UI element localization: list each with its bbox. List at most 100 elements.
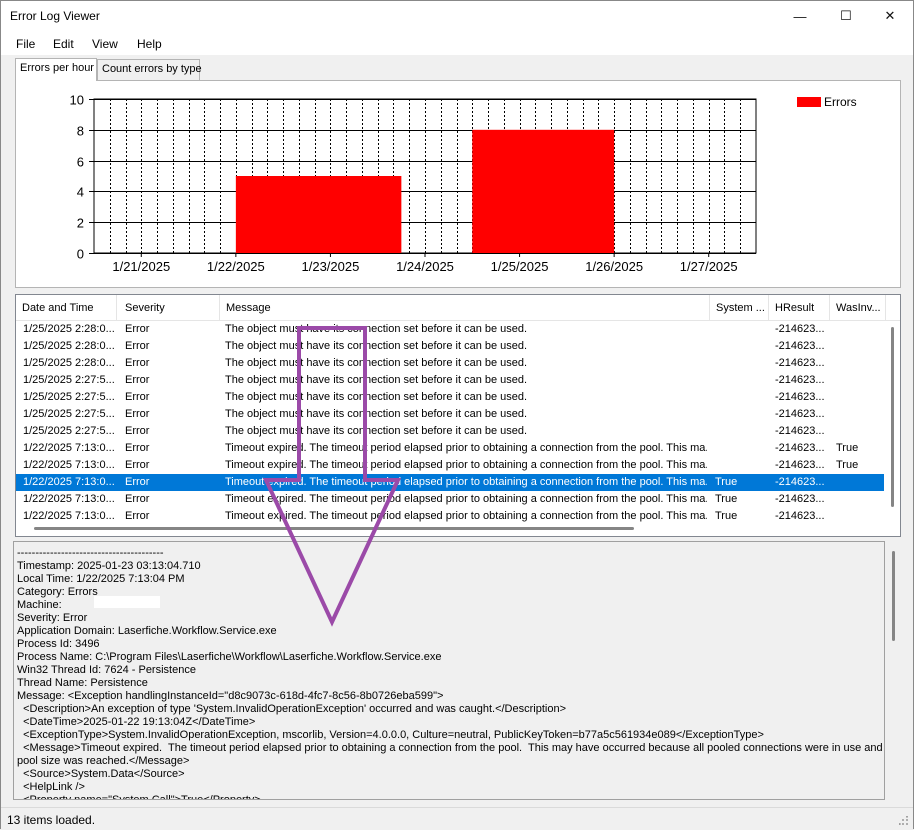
x-tick-label: 1/27/2025 bbox=[680, 259, 738, 274]
cell-message: The object must have its connection set … bbox=[225, 357, 528, 369]
y-tick-label: 8 bbox=[77, 124, 84, 139]
grid-vertical-scrollbar[interactable] bbox=[886, 321, 900, 521]
cell-hresult: -214623... bbox=[775, 493, 825, 505]
legend-swatch bbox=[797, 97, 821, 107]
cell-datetime: 1/22/2025 7:13:0... bbox=[23, 493, 115, 505]
menu-file[interactable]: File bbox=[16, 37, 35, 51]
table-row[interactable]: 1/25/2025 2:28:0... Error The object must … bbox=[16, 355, 884, 372]
detail-line: Process Name: C:\Program Files\Laserfich… bbox=[17, 651, 442, 663]
column-header-wasinv[interactable]: WasInv... bbox=[830, 295, 886, 321]
column-header-hresult[interactable]: HResult bbox=[769, 295, 830, 321]
close-icon[interactable]: ✕ bbox=[867, 1, 913, 31]
cell-severity: Error bbox=[125, 374, 150, 386]
grid-vertical-scroll-thumb[interactable] bbox=[891, 327, 894, 507]
cell-message: Timeout expired. The timeout period elap… bbox=[225, 476, 707, 488]
cell-severity: Error bbox=[125, 391, 150, 403]
x-tick-label: 1/25/2025 bbox=[491, 259, 549, 274]
cell-datetime: 1/25/2025 2:27:5... bbox=[23, 374, 115, 386]
table-row[interactable]: 1/25/2025 2:27:5... Error The object must … bbox=[16, 372, 884, 389]
table-row[interactable]: 1/25/2025 2:28:0... Error The object must … bbox=[16, 321, 884, 338]
cell-hresult: -214623... bbox=[775, 340, 825, 352]
cell-datetime: 1/25/2025 2:27:5... bbox=[23, 425, 115, 437]
table-row[interactable]: 1/22/2025 7:13:0... Error Timeout expired.… bbox=[16, 457, 884, 474]
table-row[interactable]: 1/22/2025 7:13:0... Error Timeout expired.… bbox=[16, 491, 884, 508]
detail-line: Machine: bbox=[17, 599, 62, 611]
detail-line: Win32 Thread Id: 7624 - Persistence bbox=[17, 664, 196, 676]
cell-severity: Error bbox=[125, 476, 150, 488]
detail-line: Message: <Exception handlingInstanceId="… bbox=[17, 690, 444, 702]
cell-message: Timeout expired. The timeout period elap… bbox=[225, 459, 707, 471]
window-title: Error Log Viewer bbox=[10, 9, 100, 23]
detail-line: pool size was reached.</Message> bbox=[17, 755, 190, 767]
detail-line: Thread Name: Persistence bbox=[17, 677, 148, 689]
menu-bar: File Edit View Help bbox=[1, 31, 913, 55]
table-row[interactable]: 1/25/2025 2:27:5... Error The object must … bbox=[16, 406, 884, 423]
minimize-icon[interactable]: — bbox=[777, 1, 823, 31]
cell-message: The object must have its connection set … bbox=[225, 340, 528, 352]
cell-severity: Error bbox=[125, 340, 150, 352]
cell-hresult: -214623... bbox=[775, 442, 825, 454]
legend-label: Errors bbox=[824, 95, 857, 109]
column-header-message[interactable]: Message bbox=[220, 295, 710, 321]
cell-datetime: 1/25/2025 2:28:0... bbox=[23, 357, 115, 369]
y-tick-label: 2 bbox=[77, 216, 84, 231]
cell-hresult: -214623... bbox=[775, 476, 825, 488]
x-tick-label: 1/24/2025 bbox=[396, 259, 454, 274]
detail-line: <Description>An exception of type 'Syste… bbox=[17, 703, 567, 715]
y-tick-label: 0 bbox=[77, 247, 84, 262]
cell-datetime: 1/25/2025 2:27:5... bbox=[23, 408, 115, 420]
table-row[interactable]: 1/25/2025 2:27:5... Error The object must … bbox=[16, 389, 884, 406]
cell-severity: Error bbox=[125, 408, 150, 420]
x-tick-label: 1/21/2025 bbox=[112, 259, 170, 274]
x-tick-label: 1/22/2025 bbox=[207, 259, 265, 274]
status-bar: 13 items loaded. bbox=[1, 807, 913, 829]
cell-severity: Error bbox=[125, 425, 150, 437]
detail-line: <ExceptionType>System.InvalidOperationEx… bbox=[17, 729, 764, 741]
detail-line: Severity: Error bbox=[17, 612, 88, 624]
table-row[interactable]: 1/25/2025 2:27:5... Error The object must … bbox=[16, 423, 884, 440]
cell-hresult: -214623... bbox=[775, 425, 825, 437]
cell-message: The object must have its connection set … bbox=[225, 425, 528, 437]
detail-line: Category: Errors bbox=[17, 586, 98, 598]
cell-severity: Error bbox=[125, 493, 150, 505]
cell-datetime: 1/22/2025 7:13:0... bbox=[23, 442, 115, 454]
cell-wasinv: True bbox=[836, 442, 859, 454]
grid-horizontal-scroll-thumb[interactable] bbox=[34, 527, 634, 530]
cell-system: True bbox=[715, 493, 738, 505]
grid-horizontal-scrollbar[interactable] bbox=[16, 521, 900, 536]
tab-errors-per-hour[interactable]: Errors per hour bbox=[15, 58, 97, 81]
status-text: 13 items loaded. bbox=[7, 813, 96, 827]
cell-hresult: -214623... bbox=[775, 357, 825, 369]
column-header-system[interactable]: System ... bbox=[710, 295, 769, 321]
column-header-datetime[interactable]: Date and Time bbox=[16, 295, 117, 321]
cell-message: Timeout expired. The timeout period elap… bbox=[225, 442, 707, 454]
table-row-selected[interactable]: 1/22/2025 7:13:0... Error Timeout expired.… bbox=[16, 474, 884, 491]
title-bar: Error Log Viewer — ☐ ✕ bbox=[1, 1, 913, 31]
detail-line: <Property name="System.Call">True</Prope… bbox=[17, 794, 261, 800]
maximize-icon[interactable]: ☐ bbox=[823, 1, 869, 31]
cell-hresult: -214623... bbox=[775, 408, 825, 420]
y-tick-label: 4 bbox=[77, 185, 84, 200]
column-header-severity[interactable]: Severity bbox=[119, 295, 220, 321]
cell-severity: Error bbox=[125, 459, 150, 471]
table-row[interactable]: 1/22/2025 7:13:0... Error Timeout expired.… bbox=[16, 440, 884, 457]
detail-vertical-scrollbar[interactable] bbox=[885, 541, 901, 800]
menu-edit[interactable]: Edit bbox=[53, 37, 74, 51]
detail-scroll-thumb[interactable] bbox=[892, 551, 895, 641]
detail-text-box[interactable]: ----------------------------------------… bbox=[13, 541, 885, 800]
cell-datetime: 1/25/2025 2:27:5... bbox=[23, 391, 115, 403]
bar bbox=[472, 129, 615, 253]
tab-count-errors-by-type[interactable]: Count errors by type bbox=[97, 59, 202, 80]
redacted-machine-name bbox=[94, 596, 160, 608]
detail-line: <Message>Timeout expired. The timeout pe… bbox=[17, 742, 885, 754]
cell-system: True bbox=[715, 476, 738, 488]
menu-view[interactable]: View bbox=[92, 37, 118, 51]
errors-chart: 0 2 4 6 8 10 1/21/2025 1/22/2025 1/23/2025 1/24/2… bbox=[70, 93, 857, 275]
table-row[interactable]: 1/25/2025 2:28:0... Error The object must … bbox=[16, 338, 884, 355]
app-window: Error Log Viewer — ☐ ✕ File Edit View He… bbox=[0, 0, 914, 829]
resize-grip-icon[interactable] bbox=[899, 816, 909, 826]
cell-severity: Error bbox=[125, 357, 150, 369]
detail-line: Timestamp: 2025-01-23 03:13:04.710 bbox=[17, 560, 201, 572]
menu-help[interactable]: Help bbox=[137, 37, 162, 51]
log-grid[interactable]: Date and Time Severity Message System ..… bbox=[15, 294, 901, 537]
